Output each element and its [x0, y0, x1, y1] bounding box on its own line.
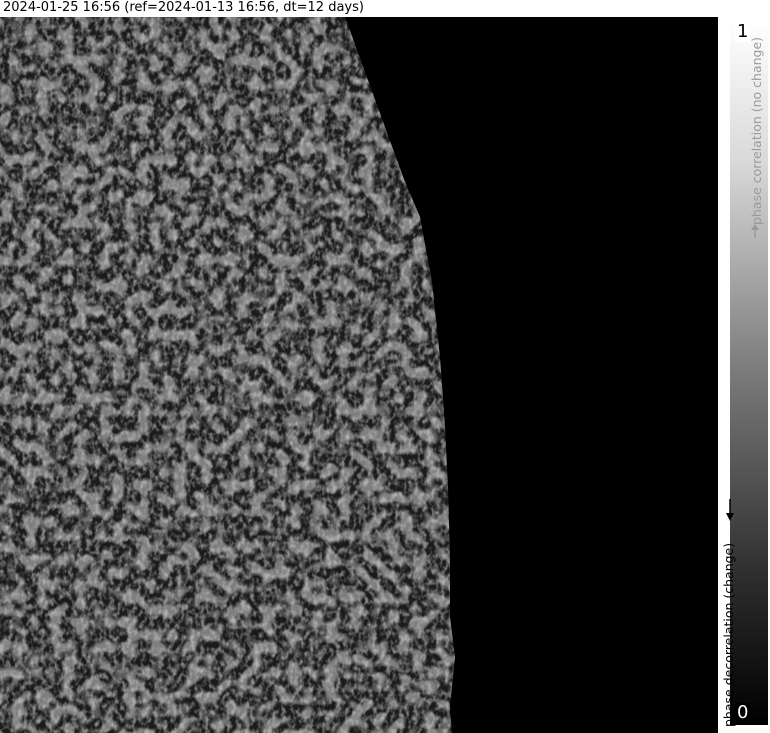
page-title: 2024-01-25 16:56 (ref=2024-01-13 16:56, …	[3, 0, 364, 15]
map-image	[0, 17, 718, 733]
title-bar: 2024-01-25 16:56 (ref=2024-01-13 16:56, …	[0, 0, 770, 17]
colorbar: 1 0 phase correlation (no change) phase …	[718, 17, 770, 733]
arrow-down-icon	[726, 499, 734, 521]
colorbar-upper-caption-box: phase correlation (no change)	[749, 37, 770, 225]
arrow-up-icon	[751, 224, 759, 238]
colorbar-upper-caption: phase correlation (no change)	[749, 36, 764, 225]
colorbar-lower-caption: phase decorrelation (change)	[721, 542, 736, 727]
colorbar-lower-caption-box: phase decorrelation (change)	[720, 517, 742, 727]
decorrelation-map	[0, 17, 718, 733]
